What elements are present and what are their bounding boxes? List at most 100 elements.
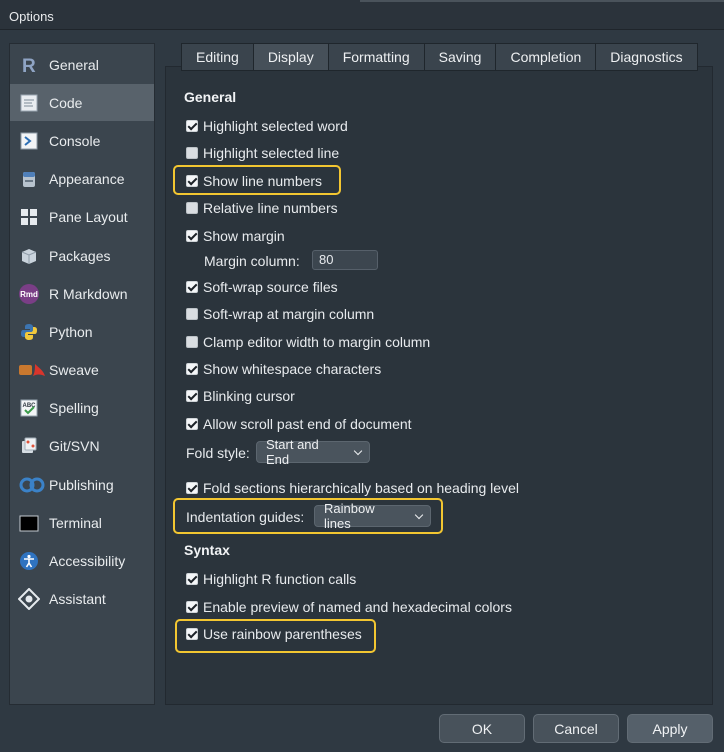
checkbox-label: Fold sections hierarchically based on he… (203, 480, 519, 496)
relative-line-numbers-checkbox[interactable]: Relative line numbers (186, 200, 338, 216)
r-logo-icon: R (18, 54, 40, 76)
svg-text:R: R (22, 56, 36, 75)
tab-bar: Editing Display Formatting Saving Comple… (181, 43, 698, 71)
general-section-title: General (184, 89, 237, 105)
sidebar-item-label: Git/SVN (49, 437, 100, 454)
sidebar-item-sweave[interactable]: Sweave (10, 351, 154, 388)
checkbox-label: Highlight selected word (203, 118, 348, 134)
checkbox-box[interactable] (186, 601, 198, 613)
chevron-down-icon (353, 446, 363, 456)
checkbox-box[interactable] (186, 390, 198, 402)
sidebar-item-label: R Markdown (49, 285, 128, 302)
checkbox-box[interactable] (186, 482, 198, 494)
apply-button[interactable]: Apply (627, 714, 713, 743)
checkbox-label: Soft-wrap source files (203, 279, 338, 295)
checkbox-box[interactable] (186, 175, 198, 187)
sidebar-item-accessibility[interactable]: Accessibility (10, 542, 154, 579)
checkbox-box[interactable] (186, 308, 198, 320)
checkbox-label: Show line numbers (203, 173, 323, 189)
fold-style-value: Start and End (266, 437, 319, 467)
checkbox-label: Use rainbow parentheses (203, 626, 362, 642)
checkbox-box[interactable] (186, 120, 198, 132)
checkbox-label: Highlight R function calls (203, 571, 357, 587)
spelling-icon: ABC (18, 397, 40, 419)
sidebar-item-publishing[interactable]: Publishing (10, 466, 154, 503)
checkbox-box[interactable] (186, 573, 198, 585)
checkbox-box[interactable] (186, 147, 198, 159)
tab-completion[interactable]: Completion (495, 43, 597, 71)
checkbox-label: Blinking cursor (203, 388, 295, 404)
sidebar-item-console[interactable]: Console (10, 122, 154, 159)
margin-column-label: Margin column: (204, 253, 300, 269)
checkbox-box[interactable] (186, 418, 198, 430)
sidebar-item-pane-layout[interactable]: Pane Layout (10, 198, 154, 235)
checkbox-label: Relative line numbers (203, 200, 338, 216)
sidebar-item-label: Assistant (49, 590, 106, 607)
checkbox-box[interactable] (186, 230, 198, 242)
show-margin-checkbox[interactable]: Show margin (186, 228, 285, 244)
fold-hierarchical-checkbox[interactable]: Fold sections hierarchically based on he… (186, 480, 519, 496)
tab-saving[interactable]: Saving (423, 43, 497, 71)
sidebar-item-label: Pane Layout (49, 208, 128, 225)
checkbox-box[interactable] (186, 628, 198, 640)
syntax-section-title: Syntax (184, 542, 230, 558)
sidebar-item-label: Console (49, 132, 101, 149)
show-line-numbers-checkbox[interactable]: Show line numbers (186, 173, 322, 189)
sidebar-item-label: Packages (49, 247, 111, 264)
fold-style-label: Fold style: (186, 445, 250, 461)
tab-display[interactable]: Display (252, 43, 329, 71)
checkbox-label: Show margin (203, 228, 285, 244)
window-title: Options (9, 9, 54, 24)
sidebar-item-general[interactable]: R General (10, 46, 154, 83)
sidebar-item-r-markdown[interactable]: Rmd R Markdown (10, 275, 154, 312)
sidebar-item-appearance[interactable]: Appearance (10, 160, 154, 197)
indentation-guides-label: Indentation guides: (186, 509, 305, 525)
checkbox-label: Enable preview of named and hexadecimal … (203, 599, 512, 615)
preview-colors-checkbox[interactable]: Enable preview of named and hexadecimal … (186, 599, 512, 615)
title-bar: Options (0, 0, 724, 30)
checkbox-box[interactable] (186, 202, 198, 214)
rmd-icon-text: Rmd (20, 290, 38, 299)
highlight-selected-line-checkbox[interactable]: Highlight selected line (186, 145, 339, 161)
sidebar-item-label: Publishing (49, 476, 114, 493)
soft-wrap-source-checkbox[interactable]: Soft-wrap source files (186, 279, 338, 295)
blinking-cursor-checkbox[interactable]: Blinking cursor (186, 388, 295, 404)
sidebar-item-spelling[interactable]: ABC Spelling (10, 389, 154, 426)
highlight-function-calls-checkbox[interactable]: Highlight R function calls (186, 571, 356, 587)
checkbox-box[interactable] (186, 281, 198, 293)
python-icon (18, 321, 40, 343)
soft-wrap-margin-checkbox[interactable]: Soft-wrap at margin column (186, 306, 374, 322)
git-icon (18, 435, 40, 457)
sidebar-item-label: General (49, 56, 99, 73)
scroll-past-end-checkbox[interactable]: Allow scroll past end of document (186, 416, 412, 432)
tab-formatting[interactable]: Formatting (327, 43, 425, 71)
appearance-icon (18, 168, 40, 190)
clamp-editor-width-checkbox[interactable]: Clamp editor width to margin column (186, 334, 430, 350)
ok-button[interactable]: OK (439, 714, 525, 743)
highlight-selected-word-checkbox[interactable]: Highlight selected word (186, 118, 348, 134)
checkbox-box[interactable] (186, 363, 198, 375)
sidebar-item-terminal[interactable]: Terminal (10, 504, 154, 541)
sidebar-item-label: Appearance (49, 170, 125, 187)
rainbow-parentheses-checkbox[interactable]: Use rainbow parentheses (186, 626, 362, 642)
sidebar-item-python[interactable]: Python (10, 313, 154, 350)
sidebar-item-git-svn[interactable]: Git/SVN (10, 427, 154, 464)
sidebar-item-label: Code (49, 94, 83, 111)
cancel-button[interactable]: Cancel (533, 714, 619, 743)
sidebar-item-code[interactable]: Code (10, 84, 154, 121)
tab-diagnostics[interactable]: Diagnostics (595, 43, 698, 71)
title-bar-accent (360, 0, 724, 2)
code-icon (18, 92, 40, 114)
margin-column-input[interactable]: 80 (312, 250, 378, 270)
sidebar-item-label: Sweave (49, 361, 99, 378)
tab-editing[interactable]: Editing (181, 43, 254, 71)
sidebar-item-packages[interactable]: Packages (10, 237, 154, 274)
indentation-guides-select[interactable]: Rainbow lines (314, 501, 431, 531)
pane-layout-icon (18, 206, 40, 228)
checkbox-box[interactable] (186, 336, 198, 348)
terminal-icon (18, 512, 40, 534)
fold-style-select[interactable]: Start and End (256, 437, 370, 467)
show-whitespace-checkbox[interactable]: Show whitespace characters (186, 361, 381, 377)
sidebar-item-assistant[interactable]: Assistant (10, 580, 154, 617)
checkbox-label: Highlight selected line (203, 145, 340, 161)
